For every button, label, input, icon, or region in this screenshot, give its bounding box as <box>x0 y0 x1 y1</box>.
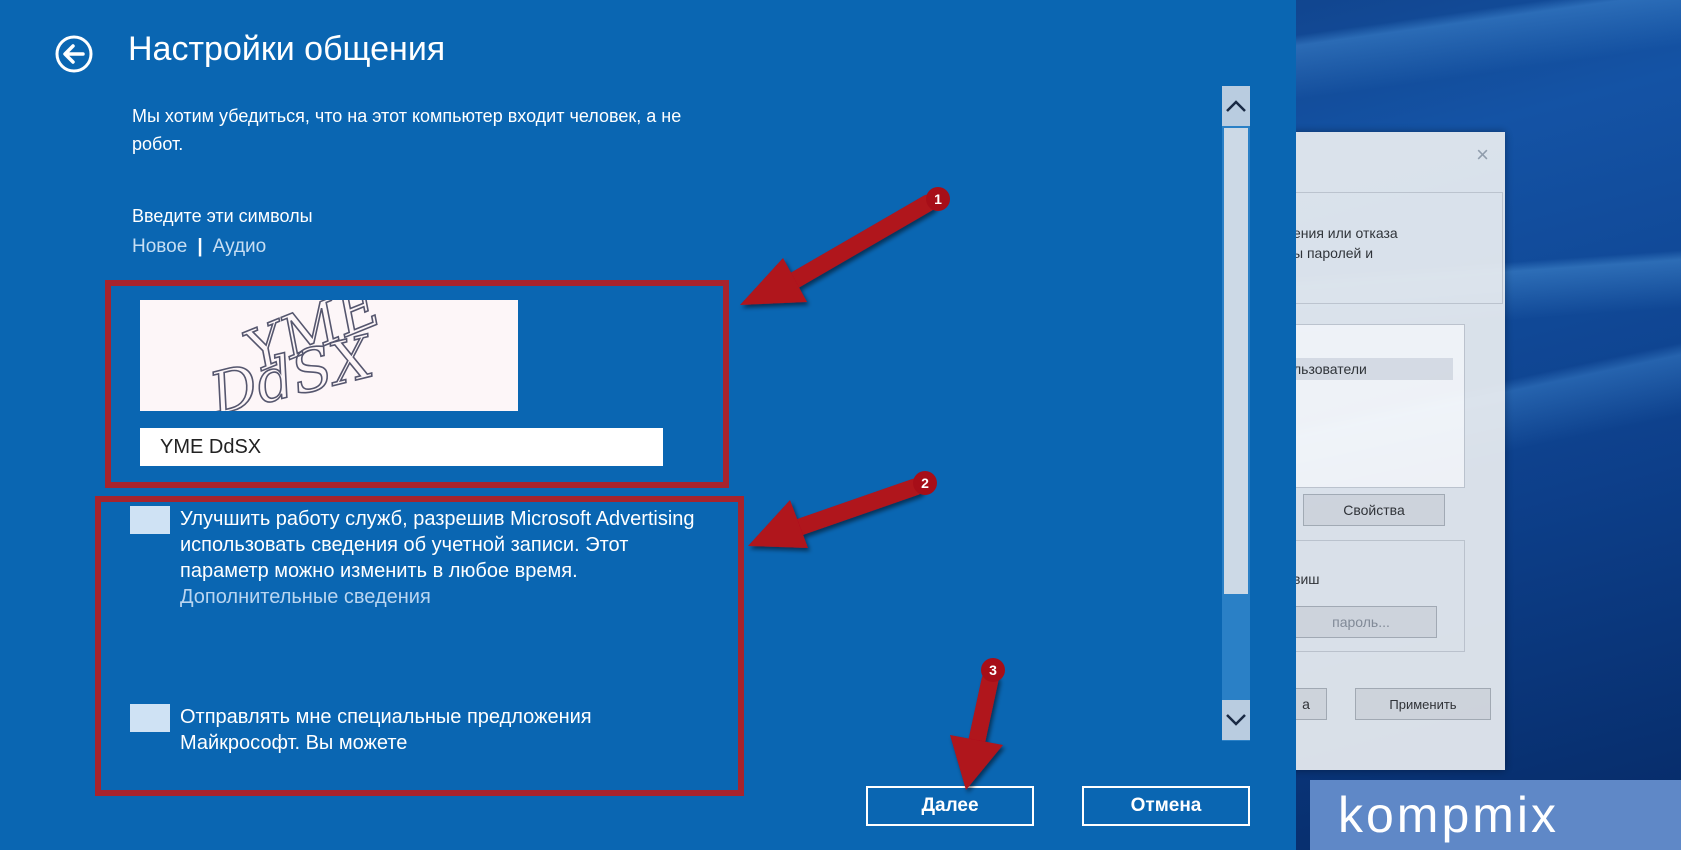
captcha-links: Новое | Аудио <box>132 236 266 258</box>
captcha-prompt: Введите эти символы <box>132 206 313 226</box>
background-text-1: ения или отказа <box>1293 225 1398 241</box>
annotation-box-options <box>95 496 744 796</box>
watermark: kompmix <box>1310 780 1681 850</box>
background-label: виш <box>1293 571 1320 587</box>
scroll-down-button[interactable] <box>1222 700 1250 740</box>
scrollbar-thumb[interactable] <box>1224 128 1248 594</box>
annotation-box-captcha <box>105 280 729 488</box>
background-dialog: × ения или отказа ы паролей и льзователи… <box>1285 132 1505 770</box>
back-arrow-icon[interactable] <box>54 34 94 74</box>
new-captcha-link[interactable]: Новое <box>132 236 187 257</box>
reset-password-button[interactable]: пароль... <box>1285 606 1437 638</box>
cancel-button[interactable]: Отмена <box>1082 786 1250 826</box>
page-title: Настройки общения <box>128 30 446 68</box>
background-dialog-close-icon: × <box>1476 142 1489 167</box>
apply-button[interactable]: Применить <box>1355 688 1491 720</box>
scroll-up-button[interactable] <box>1222 86 1250 126</box>
background-text-2: ы паролей и <box>1293 245 1374 261</box>
background-list-item: льзователи <box>1293 358 1453 380</box>
background-user-list <box>1285 324 1465 488</box>
link-separator: | <box>197 236 203 257</box>
intro-text: Мы хотим убедиться, что на этот компьюте… <box>132 106 682 154</box>
audio-captcha-link[interactable]: Аудио <box>213 236 267 257</box>
chevron-up-icon <box>1226 100 1246 112</box>
next-button[interactable]: Далее <box>866 786 1034 826</box>
chevron-down-icon <box>1226 714 1246 726</box>
properties-button[interactable]: Свойства <box>1303 494 1445 526</box>
